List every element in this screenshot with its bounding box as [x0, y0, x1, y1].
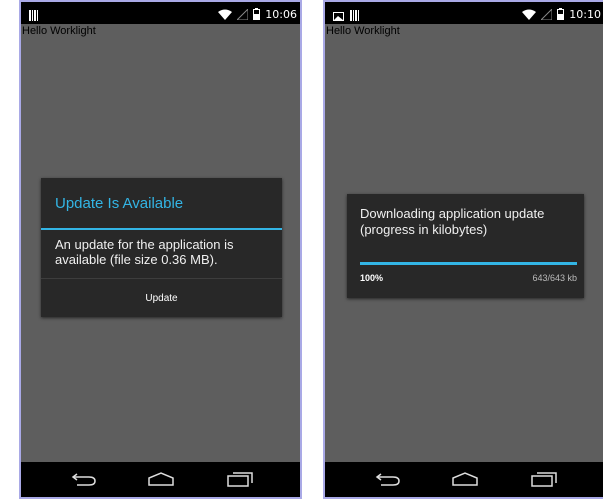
back-button[interactable] [69, 470, 99, 488]
navigation-bar [325, 462, 603, 497]
update-dialog: Update Is Available An update for the ap… [41, 178, 282, 317]
recents-icon [225, 472, 255, 492]
recents-button[interactable] [529, 470, 559, 488]
dialog-title-divider [41, 228, 282, 230]
wifi-icon [522, 5, 537, 24]
home-button[interactable] [146, 470, 176, 488]
status-right-icons: 10:10 [522, 5, 601, 24]
download-progress-dialog: Downloading application update (progress… [347, 194, 584, 298]
recents-icon [529, 472, 559, 492]
update-button[interactable]: Update [41, 279, 282, 317]
phone-screen-update-dialog: 10:06 Hello Worklight Update Is Availabl… [19, 0, 302, 499]
home-button[interactable] [450, 470, 480, 488]
status-time: 10:06 [265, 8, 297, 21]
no-signal-icon [236, 5, 249, 24]
status-bar: 10:06 [21, 2, 300, 24]
status-bar: 10:10 [325, 2, 603, 24]
progress-percent: 100% [360, 273, 384, 283]
back-button[interactable] [373, 470, 403, 488]
status-left-icons [29, 6, 38, 25]
app-title: Hello Worklight [326, 25, 400, 37]
navigation-bar [21, 462, 300, 497]
no-signal-icon [540, 5, 553, 24]
home-icon [450, 472, 480, 492]
progress-bar-fill [360, 262, 577, 265]
battery-icon [557, 5, 565, 24]
barcode-notification-icon [350, 6, 359, 25]
dialog-message: An update for the application is availab… [55, 237, 234, 267]
progress-count: 643/643 kb [532, 273, 577, 283]
progress-message: Downloading application update (progress… [360, 206, 545, 237]
app-title: Hello Worklight [22, 25, 96, 37]
back-icon [69, 473, 99, 492]
back-icon [373, 473, 403, 492]
status-left-icons [333, 6, 359, 25]
phone-screen-download-progress: 10:10 Hello Worklight Downloading applic… [323, 0, 603, 499]
barcode-notification-icon [29, 6, 38, 25]
dialog-title: Update Is Available [55, 195, 184, 212]
battery-icon [253, 5, 261, 24]
status-right-icons: 10:06 [218, 5, 297, 24]
home-icon [146, 472, 176, 492]
progress-bar [360, 262, 577, 265]
image-notification-icon [333, 6, 344, 25]
wifi-icon [218, 5, 233, 24]
status-time: 10:10 [569, 8, 601, 21]
recents-button[interactable] [225, 470, 255, 488]
